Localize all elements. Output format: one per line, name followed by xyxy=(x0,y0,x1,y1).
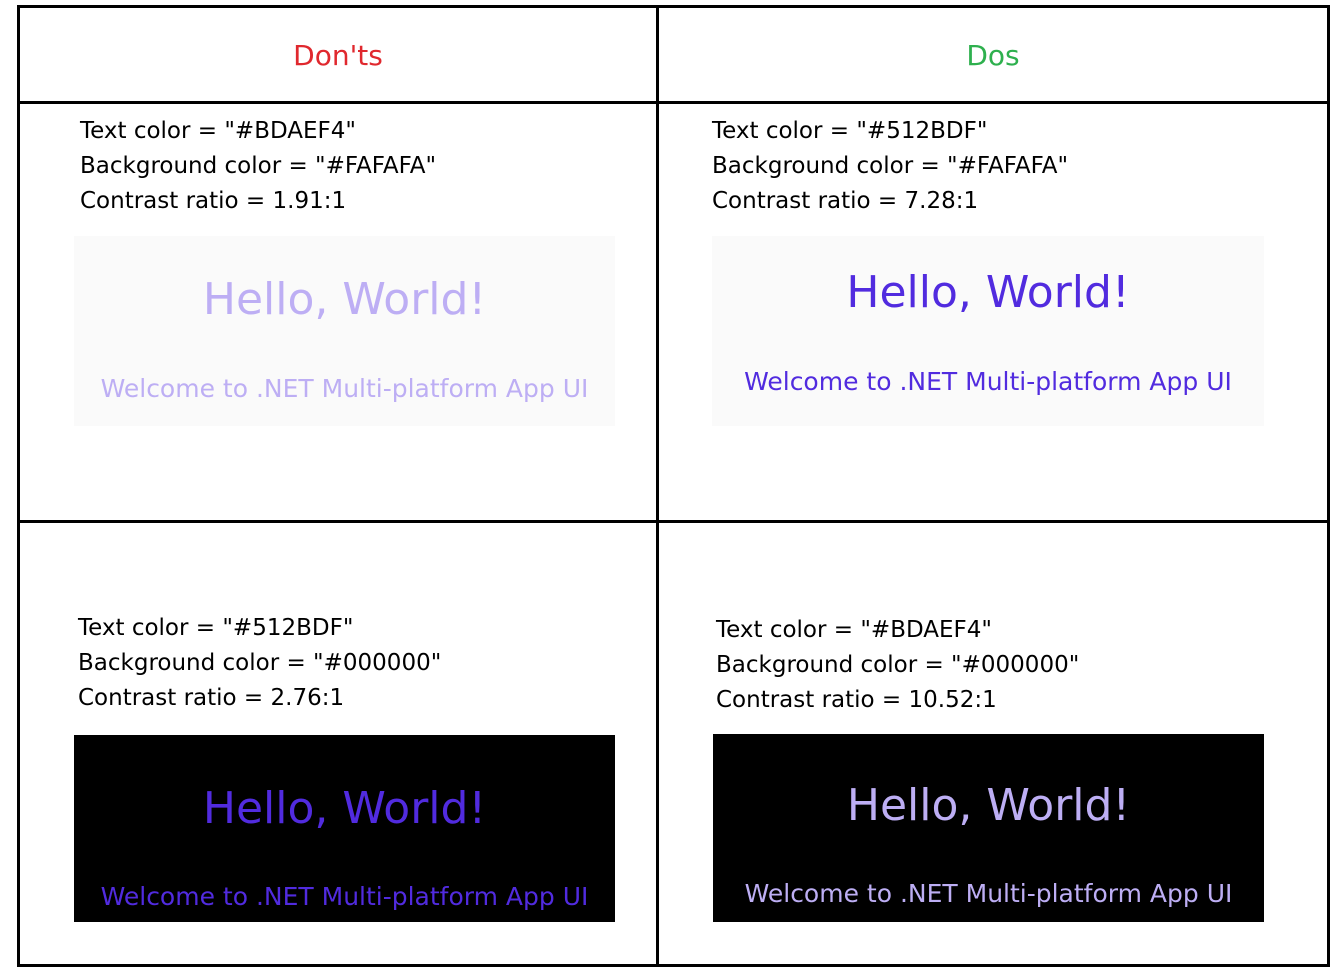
sample-heading: Hello, World! xyxy=(202,274,487,325)
contrast-ratio-line: Contrast ratio = 1.91:1 xyxy=(80,188,347,214)
table-border-left xyxy=(17,5,20,967)
do-light-sample: Hello, World! Welcome to .NET Multi-plat… xyxy=(712,236,1264,426)
text-color-line: Text color = "#BDAEF4" xyxy=(80,118,356,144)
do-dark-info: Text color = "#BDAEF4" Background color … xyxy=(716,613,1079,718)
text-color-line: Text color = "#BDAEF4" xyxy=(716,617,992,643)
sample-subheading: Welcome to .NET Multi-platform App UI xyxy=(744,367,1232,396)
sample-heading: Hello, World! xyxy=(202,783,487,834)
background-color-line: Background color = "#000000" xyxy=(716,652,1080,678)
text-color-line: Text color = "#512BDF" xyxy=(78,615,354,641)
sample-heading: Hello, World! xyxy=(846,780,1131,831)
table-border-right xyxy=(1327,5,1330,967)
dont-light-info: Text color = "#BDAEF4" Background color … xyxy=(80,114,436,219)
background-color-line: Background color = "#FAFAFA" xyxy=(80,153,437,179)
contrast-ratio-line: Contrast ratio = 7.28:1 xyxy=(712,188,979,214)
table-border-bottom xyxy=(18,964,1330,967)
sample-subheading: Welcome to .NET Multi-platform App UI xyxy=(744,879,1233,908)
dont-light-sample: Hello, World! Welcome to .NET Multi-plat… xyxy=(74,236,615,426)
contrast-ratio-line: Contrast ratio = 10.52:1 xyxy=(716,687,997,713)
header-dos: Dos xyxy=(966,38,1020,72)
dont-dark-sample: Hello, World! Welcome to .NET Multi-plat… xyxy=(74,735,615,922)
contrast-ratio-line: Contrast ratio = 2.76:1 xyxy=(78,685,345,711)
dont-dark-info: Text color = "#512BDF" Background color … xyxy=(78,611,441,716)
table-border-center xyxy=(656,5,659,967)
header-donts: Don'ts xyxy=(293,38,383,72)
do-light-info: Text color = "#512BDF" Background color … xyxy=(712,114,1068,219)
background-color-line: Background color = "#FAFAFA" xyxy=(712,153,1069,179)
do-dark-sample: Hello, World! Welcome to .NET Multi-plat… xyxy=(713,734,1264,922)
sample-subheading: Welcome to .NET Multi-platform App UI xyxy=(100,882,589,911)
sample-subheading: Welcome to .NET Multi-platform App UI xyxy=(100,374,589,403)
background-color-line: Background color = "#000000" xyxy=(78,650,442,676)
sample-heading: Hello, World! xyxy=(846,267,1130,318)
text-color-line: Text color = "#512BDF" xyxy=(712,118,988,144)
table-border-middle xyxy=(18,520,1330,523)
